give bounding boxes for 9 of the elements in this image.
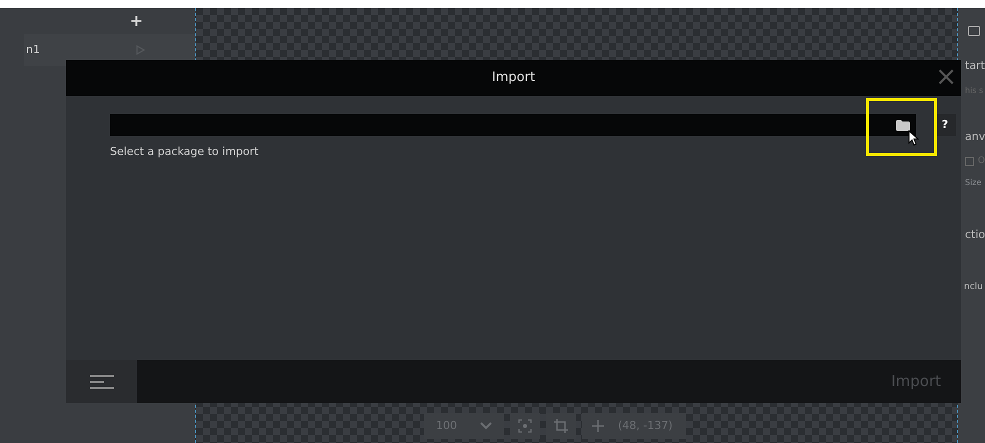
section-heading: anv bbox=[964, 128, 985, 144]
hint-text: Select a package to import bbox=[110, 144, 260, 160]
section-heading: ctio bbox=[964, 226, 985, 242]
field-label: Size bbox=[964, 176, 982, 188]
section-heading: nclu bbox=[963, 281, 984, 294]
sidebar-item[interactable]: n1 bbox=[26, 42, 40, 58]
dialog-title: Import bbox=[492, 69, 536, 88]
add-button[interactable]: + bbox=[130, 9, 143, 33]
section-heading: tart bbox=[964, 58, 985, 74]
